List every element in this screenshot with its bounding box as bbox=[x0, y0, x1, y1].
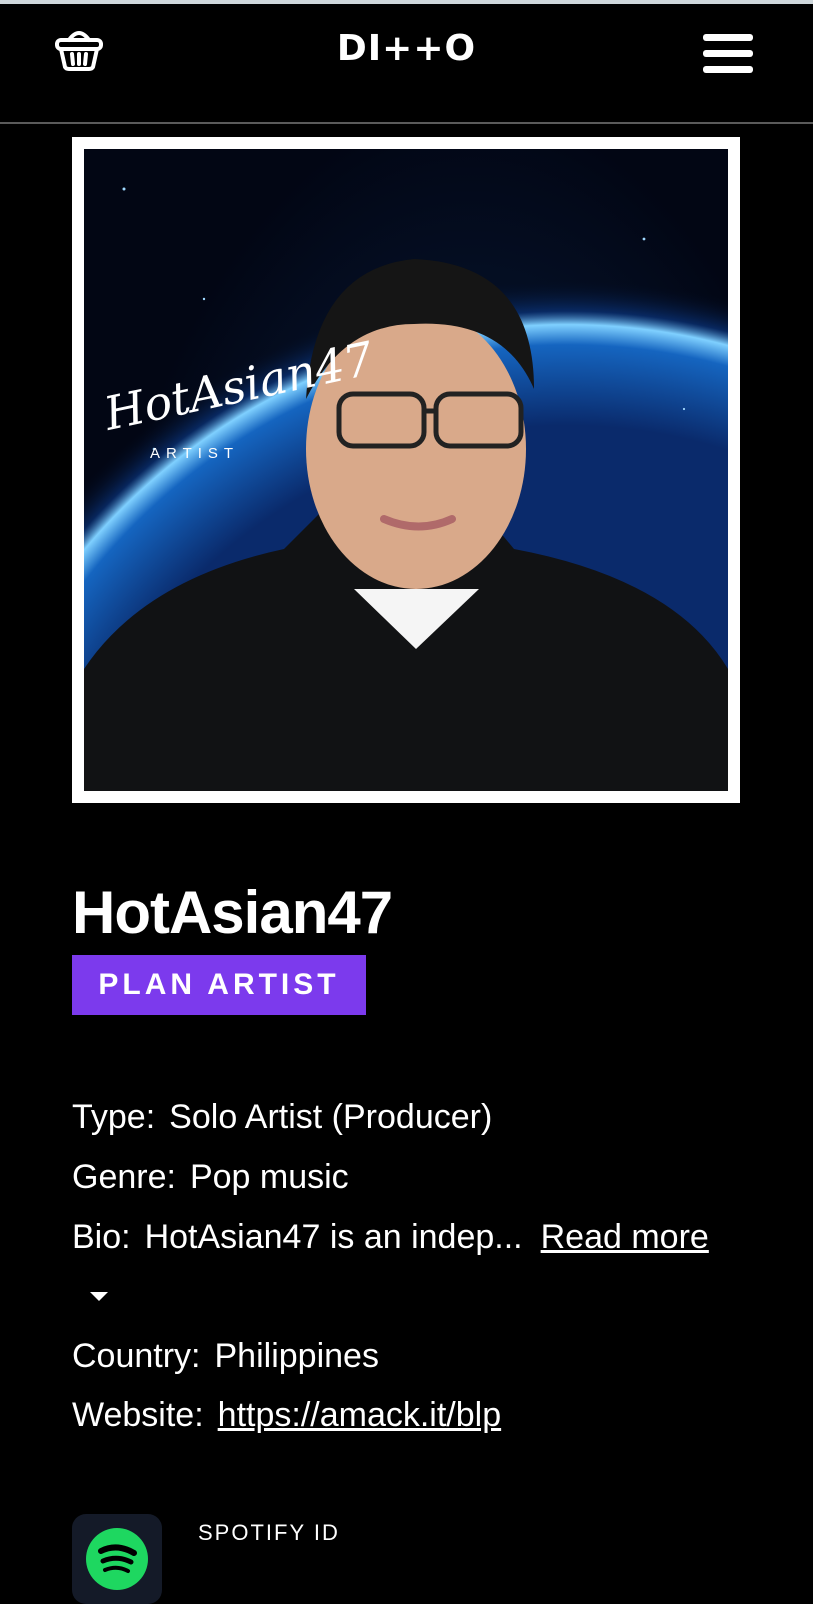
website-label: Website: bbox=[72, 1396, 204, 1434]
country-value: Philippines bbox=[214, 1337, 379, 1375]
genre-row: Genre: Pop music bbox=[72, 1158, 349, 1197]
artist-photo: HotAsian47 ARTIST bbox=[84, 149, 728, 791]
genre-label: Genre: bbox=[72, 1158, 176, 1196]
type-label: Type: bbox=[72, 1098, 156, 1136]
hamburger-menu-icon[interactable] bbox=[703, 34, 753, 74]
country-label: Country: bbox=[72, 1337, 201, 1375]
artist-photo-frame: HotAsian47 ARTIST bbox=[72, 137, 740, 803]
read-more-link[interactable]: Read more bbox=[541, 1218, 709, 1256]
spotify-icon bbox=[86, 1528, 148, 1590]
chevron-down-icon[interactable] bbox=[90, 1292, 108, 1301]
plan-artist-badge: PLAN ARTIST bbox=[72, 955, 366, 1015]
photo-overlay-sub: ARTIST bbox=[150, 445, 240, 462]
ditto-logo[interactable]: DI++O bbox=[0, 28, 813, 69]
spotify-card[interactable] bbox=[72, 1514, 162, 1604]
artist-name: HotAsian47 bbox=[72, 879, 393, 946]
country-row: Country: Philippines bbox=[72, 1337, 379, 1376]
type-value: Solo Artist (Producer) bbox=[169, 1098, 493, 1136]
spotify-id-label: SPOTIFY ID bbox=[198, 1520, 340, 1545]
header-bar: DI++O bbox=[0, 4, 813, 124]
type-row: Type: Solo Artist (Producer) bbox=[72, 1098, 492, 1137]
bio-row: Bio: HotAsian47 is an indep... Read more bbox=[72, 1218, 709, 1257]
bio-label: Bio: bbox=[72, 1218, 131, 1256]
website-link[interactable]: https://amack.it/blp bbox=[218, 1396, 501, 1434]
website-row: Website: https://amack.it/blp bbox=[72, 1396, 501, 1435]
genre-value: Pop music bbox=[189, 1158, 349, 1196]
bio-value: HotAsian47 is an indep... bbox=[144, 1218, 523, 1256]
